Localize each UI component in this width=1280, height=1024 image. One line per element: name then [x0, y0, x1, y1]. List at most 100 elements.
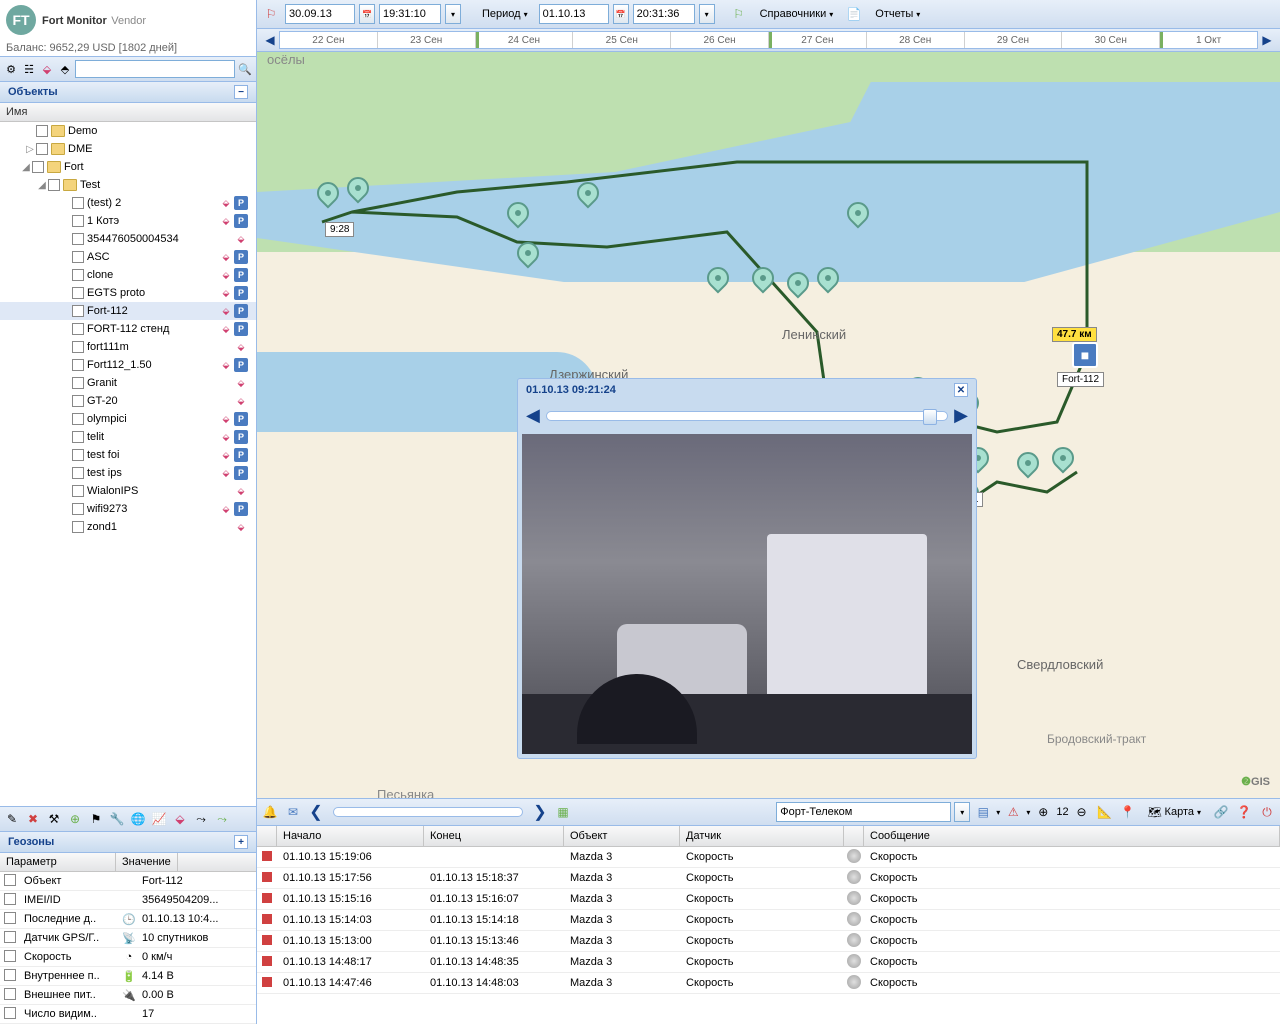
checkbox[interactable]: [4, 893, 16, 905]
close-icon[interactable]: ✕: [954, 383, 968, 397]
company-select[interactable]: [776, 802, 951, 822]
checkbox[interactable]: [4, 874, 16, 886]
green-flag-icon[interactable]: ⚐: [729, 4, 749, 24]
checkbox[interactable]: [48, 179, 60, 191]
tree-item[interactable]: wifi9273⬙P: [0, 500, 256, 518]
rewind-icon[interactable]: ❮: [306, 802, 326, 822]
checkbox[interactable]: [72, 395, 84, 407]
event-row[interactable]: 01.10.13 15:14:0301.10.13 15:14:18Mazda …: [257, 910, 1280, 931]
conn-icon[interactable]: ⬙: [39, 61, 55, 77]
tree-item[interactable]: zond1⬙: [0, 518, 256, 536]
tree-item[interactable]: ASC⬙P: [0, 248, 256, 266]
poi-marker[interactable]: [507, 202, 529, 230]
timeline[interactable]: ◀ 22 Сен23 Сен24 Сен25 Сен26 Сен27 Сен28…: [257, 29, 1280, 52]
red-flag-icon[interactable]: ⚐: [261, 4, 281, 24]
chart-icon[interactable]: 📈: [150, 810, 168, 828]
checkbox[interactable]: [72, 485, 84, 497]
poi-marker[interactable]: [847, 202, 869, 230]
event-row[interactable]: 01.10.13 14:47:4601.10.13 14:48:03Mazda …: [257, 973, 1280, 994]
checkbox[interactable]: [72, 233, 84, 245]
checkbox[interactable]: [72, 341, 84, 353]
tree-item[interactable]: ▷DME: [0, 140, 256, 158]
company-dd[interactable]: ▾: [954, 802, 970, 822]
timeline-day[interactable]: 28 Сен: [867, 32, 965, 48]
track-icon[interactable]: ⬙: [171, 810, 189, 828]
time-to-input[interactable]: [633, 4, 695, 24]
pin-icon[interactable]: 📍: [1118, 802, 1138, 822]
event-row[interactable]: 01.10.13 15:19:06Mazda 3СкоростьСкорость: [257, 847, 1280, 868]
poi-marker[interactable]: [707, 267, 729, 295]
edit-icon[interactable]: ✎: [3, 810, 21, 828]
tree-item[interactable]: test foi⬙P: [0, 446, 256, 464]
photo-slider[interactable]: [546, 411, 948, 421]
checkbox[interactable]: [72, 467, 84, 479]
date-to-input[interactable]: [539, 4, 609, 24]
checkbox[interactable]: [72, 269, 84, 281]
checkbox[interactable]: [4, 931, 16, 943]
time-from-dd[interactable]: ▾: [445, 4, 461, 24]
checkbox[interactable]: [72, 431, 84, 443]
tree-item[interactable]: EGTS proto⬙P: [0, 284, 256, 302]
forward-icon[interactable]: ❯: [530, 802, 550, 822]
objects-tree[interactable]: Demo▷DME◢Fort◢Test(test) 2⬙P1 Котэ⬙P3544…: [0, 122, 256, 806]
timeline-day[interactable]: 24 Сен: [476, 32, 574, 48]
wrench-icon[interactable]: 🔧: [108, 810, 126, 828]
timeline-day[interactable]: 23 Сен: [378, 32, 476, 48]
help-icon[interactable]: ❓: [1234, 802, 1254, 822]
poi-marker[interactable]: [577, 182, 599, 210]
timeline-day[interactable]: 25 Сен: [573, 32, 671, 48]
tree-icon[interactable]: ⚙: [3, 61, 19, 77]
tree-item[interactable]: Granit⬙: [0, 374, 256, 392]
timeline-day[interactable]: 22 Сен: [280, 32, 378, 48]
expand-icon[interactable]: ☵: [21, 61, 37, 77]
tree-item[interactable]: clone⬙P: [0, 266, 256, 284]
binoculars-icon[interactable]: 🔍: [237, 61, 253, 77]
tree-item[interactable]: ◢Fort: [0, 158, 256, 176]
report-icon[interactable]: 📄: [844, 4, 864, 24]
vehicle-marker[interactable]: ■: [1072, 342, 1098, 368]
poi-marker[interactable]: [317, 182, 339, 210]
checkbox[interactable]: [72, 359, 84, 371]
timeline-prev-icon[interactable]: ◀: [261, 31, 279, 49]
time-from-input[interactable]: [379, 4, 441, 24]
expand-geozones-button[interactable]: +: [234, 835, 248, 849]
map-type-button[interactable]: 🗺 Карта ▾: [1141, 802, 1208, 822]
poi-marker[interactable]: [1052, 447, 1074, 475]
tree-item[interactable]: 1 Котэ⬙P: [0, 212, 256, 230]
checkbox[interactable]: [4, 969, 16, 981]
ruler-icon[interactable]: 📐: [1095, 802, 1115, 822]
checkbox[interactable]: [72, 287, 84, 299]
checkbox[interactable]: [4, 950, 16, 962]
route-icon[interactable]: ⤳: [192, 810, 210, 828]
bell-icon[interactable]: 🔔: [260, 802, 280, 822]
alert-icon[interactable]: ⚠: [1003, 802, 1023, 822]
grid-icon[interactable]: ▦: [553, 802, 573, 822]
checkbox[interactable]: [72, 305, 84, 317]
tree-item[interactable]: fort111m⬙: [0, 338, 256, 356]
search-input[interactable]: [75, 60, 235, 78]
period-button[interactable]: Период ▾: [475, 4, 535, 24]
checkbox[interactable]: [72, 377, 84, 389]
event-row[interactable]: 01.10.13 14:48:1701.10.13 14:48:35Mazda …: [257, 952, 1280, 973]
loc-icon[interactable]: ⊕: [66, 810, 84, 828]
checkbox[interactable]: [72, 413, 84, 425]
date-to-cal-icon[interactable]: 📅: [613, 4, 629, 24]
poi-marker[interactable]: [787, 272, 809, 300]
checkbox[interactable]: [36, 125, 48, 137]
checkbox[interactable]: [4, 988, 16, 1000]
globe-icon[interactable]: 🌐: [129, 810, 147, 828]
checkbox[interactable]: [72, 323, 84, 335]
timeline-day[interactable]: 29 Сен: [965, 32, 1063, 48]
poi-marker[interactable]: [347, 177, 369, 205]
date-from-cal-icon[interactable]: 📅: [359, 4, 375, 24]
event-row[interactable]: 01.10.13 15:15:1601.10.13 15:16:07Mazda …: [257, 889, 1280, 910]
tree-item[interactable]: telit⬙P: [0, 428, 256, 446]
poi-marker[interactable]: [752, 267, 774, 295]
tree-item[interactable]: Fort-112⬙P: [0, 302, 256, 320]
collapse-button[interactable]: −: [234, 85, 248, 99]
checkbox[interactable]: [72, 521, 84, 533]
tree-item[interactable]: GT-20⬙: [0, 392, 256, 410]
tree-item[interactable]: olympici⬙P: [0, 410, 256, 428]
tree-item[interactable]: ◢Test: [0, 176, 256, 194]
poi-marker[interactable]: [817, 267, 839, 295]
